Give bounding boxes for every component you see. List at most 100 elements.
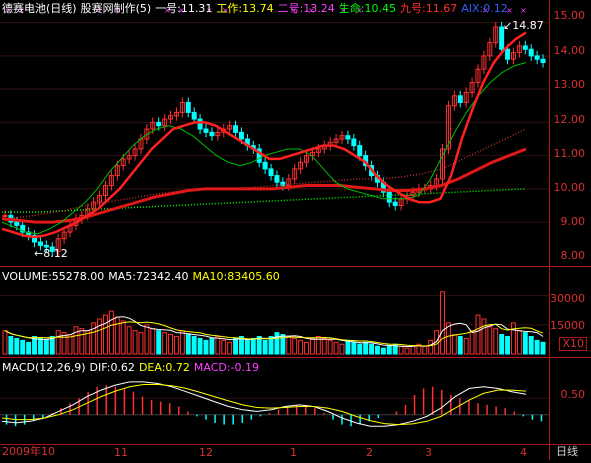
brand-label: 股赛网制作(5) — [80, 2, 152, 15]
volume-bar — [528, 336, 534, 355]
x-label-dec: 12 — [199, 446, 213, 459]
volume-bar — [191, 336, 197, 355]
candle-body — [540, 58, 546, 64]
volume-bar — [534, 339, 540, 355]
x-label-feb: 2 — [366, 446, 373, 459]
candle-body — [156, 121, 162, 127]
volume-bar — [156, 330, 162, 355]
volume-bar — [37, 337, 43, 355]
volume-bar — [250, 337, 256, 355]
volume-bar — [274, 332, 280, 355]
volume-bar — [499, 334, 505, 355]
volume-bar — [375, 345, 380, 355]
aix-value: AIX:0.12 — [461, 2, 508, 15]
legend-line-4: 生命:10.45 — [338, 2, 396, 15]
chart-canvas[interactable]: × × × × × × × × × × × × × × × — [0, 0, 591, 460]
price-tick-label: 14.00 — [553, 44, 586, 57]
candle-body — [534, 55, 540, 60]
volume-bar — [357, 343, 363, 355]
volume-bar — [244, 339, 250, 355]
x-label-oct: 2009年10 — [2, 445, 55, 458]
candle-body — [457, 95, 463, 103]
candle-body — [233, 125, 239, 133]
macd-dea: DEA:0.72 — [138, 361, 190, 374]
low-annotation: ←8.12 — [34, 247, 68, 260]
volume-bar — [203, 339, 209, 355]
legend-line-3: 二号:13.24 — [277, 2, 335, 15]
volume-bar — [20, 339, 26, 355]
macd-tick-label: 0.50 — [560, 388, 586, 401]
price-legend: 德赛电池(日线) 股赛网制作(5) 一号:11.31 工作:13.74 二号:13.24… — [2, 2, 512, 15]
candle-body — [386, 191, 392, 203]
volume-ma5: MA5:72342.40 — [108, 270, 189, 283]
volume-bar — [197, 337, 203, 355]
x-label-jan: 1 — [290, 446, 297, 459]
stock-chart-window: × × × × × × × × × × × × × × × 德赛电池(日线) 股赛网制作(5) 一号:11.31… — [0, 0, 591, 460]
candle-body — [14, 221, 20, 226]
volume-bar — [345, 339, 351, 355]
volume-bar — [185, 334, 191, 355]
volume-bar — [457, 336, 463, 355]
candle-body — [345, 135, 351, 140]
volume-tick-label: 30000 — [550, 292, 585, 305]
candle-body — [209, 131, 215, 137]
volume-bar — [26, 341, 32, 355]
volume-unit-badge: X10 — [559, 337, 587, 351]
candle-body — [197, 118, 203, 130]
candle-body — [268, 168, 274, 177]
legend-line-1: 一号:11.31 — [155, 2, 213, 15]
volume-bar — [369, 343, 375, 355]
period-label[interactable]: 日线 — [556, 443, 578, 459]
volume-bar — [540, 341, 546, 355]
price-tick-label: 11.00 — [553, 147, 586, 160]
volume-bar — [505, 336, 511, 355]
macd-params: MACD(12,26,9) — [2, 361, 86, 374]
macd-value: MACD:-0.19 — [193, 361, 260, 374]
volume-bar — [8, 336, 14, 355]
candle-body — [280, 181, 286, 187]
x-label-apr: 4 — [520, 446, 527, 459]
candle-body — [2, 214, 8, 217]
volume-bar — [351, 341, 357, 355]
low-price-label: 8.12 — [43, 247, 68, 260]
x-label-mar: 3 — [425, 446, 432, 459]
candle-body — [274, 175, 280, 183]
stock-title: 德赛电池(日线) — [2, 2, 77, 15]
volume-legend: VOLUME:55278.00 MA5:72342.40 MA10:83405.60 — [2, 270, 284, 283]
candle-body — [522, 45, 528, 50]
candle-body — [262, 161, 268, 170]
volume-bar — [262, 339, 268, 355]
volume-value: VOLUME:55278.00 — [2, 270, 105, 283]
price-tick-label: 9.00 — [560, 215, 586, 228]
volume-bar — [380, 347, 386, 355]
legend-line-2: 工作:13.74 — [216, 2, 274, 15]
high-price-label: 14.87 — [512, 19, 544, 32]
price-tick-label: 12.00 — [553, 113, 586, 126]
high-annotation: ↙14.87 — [503, 19, 544, 32]
volume-bar — [209, 337, 215, 355]
candle-body — [528, 48, 534, 57]
volume-ma10: MA10:83405.60 — [192, 270, 280, 283]
volume-tick-label: 15000 — [550, 319, 585, 332]
candle-body — [351, 138, 357, 147]
candle-body — [185, 101, 191, 113]
macd-dif: DIF:0.62 — [89, 361, 135, 374]
candle-body — [37, 241, 43, 246]
legend-line-5: 九号:11.67 — [400, 2, 458, 15]
top-marker: × — [520, 6, 527, 15]
price-tick-label: 10.00 — [553, 181, 586, 194]
price-tick-label: 13.00 — [553, 78, 586, 91]
candle-body — [191, 111, 197, 120]
candle-body — [505, 48, 511, 60]
volume-bar — [43, 338, 49, 355]
volume-bar — [363, 341, 369, 355]
x-label-nov: 11 — [114, 446, 128, 459]
price-tick-label: 15.00 — [553, 9, 586, 22]
price-tick-label: 8.00 — [560, 249, 586, 262]
candle-body — [392, 201, 398, 206]
macd-legend: MACD(12,26,9) DIF:0.62 DEA:0.72 MACD:-0.19 — [2, 361, 263, 374]
candle-body — [238, 131, 244, 140]
candle-body — [203, 128, 209, 133]
candle-body — [357, 145, 363, 157]
volume-bar — [522, 332, 528, 355]
